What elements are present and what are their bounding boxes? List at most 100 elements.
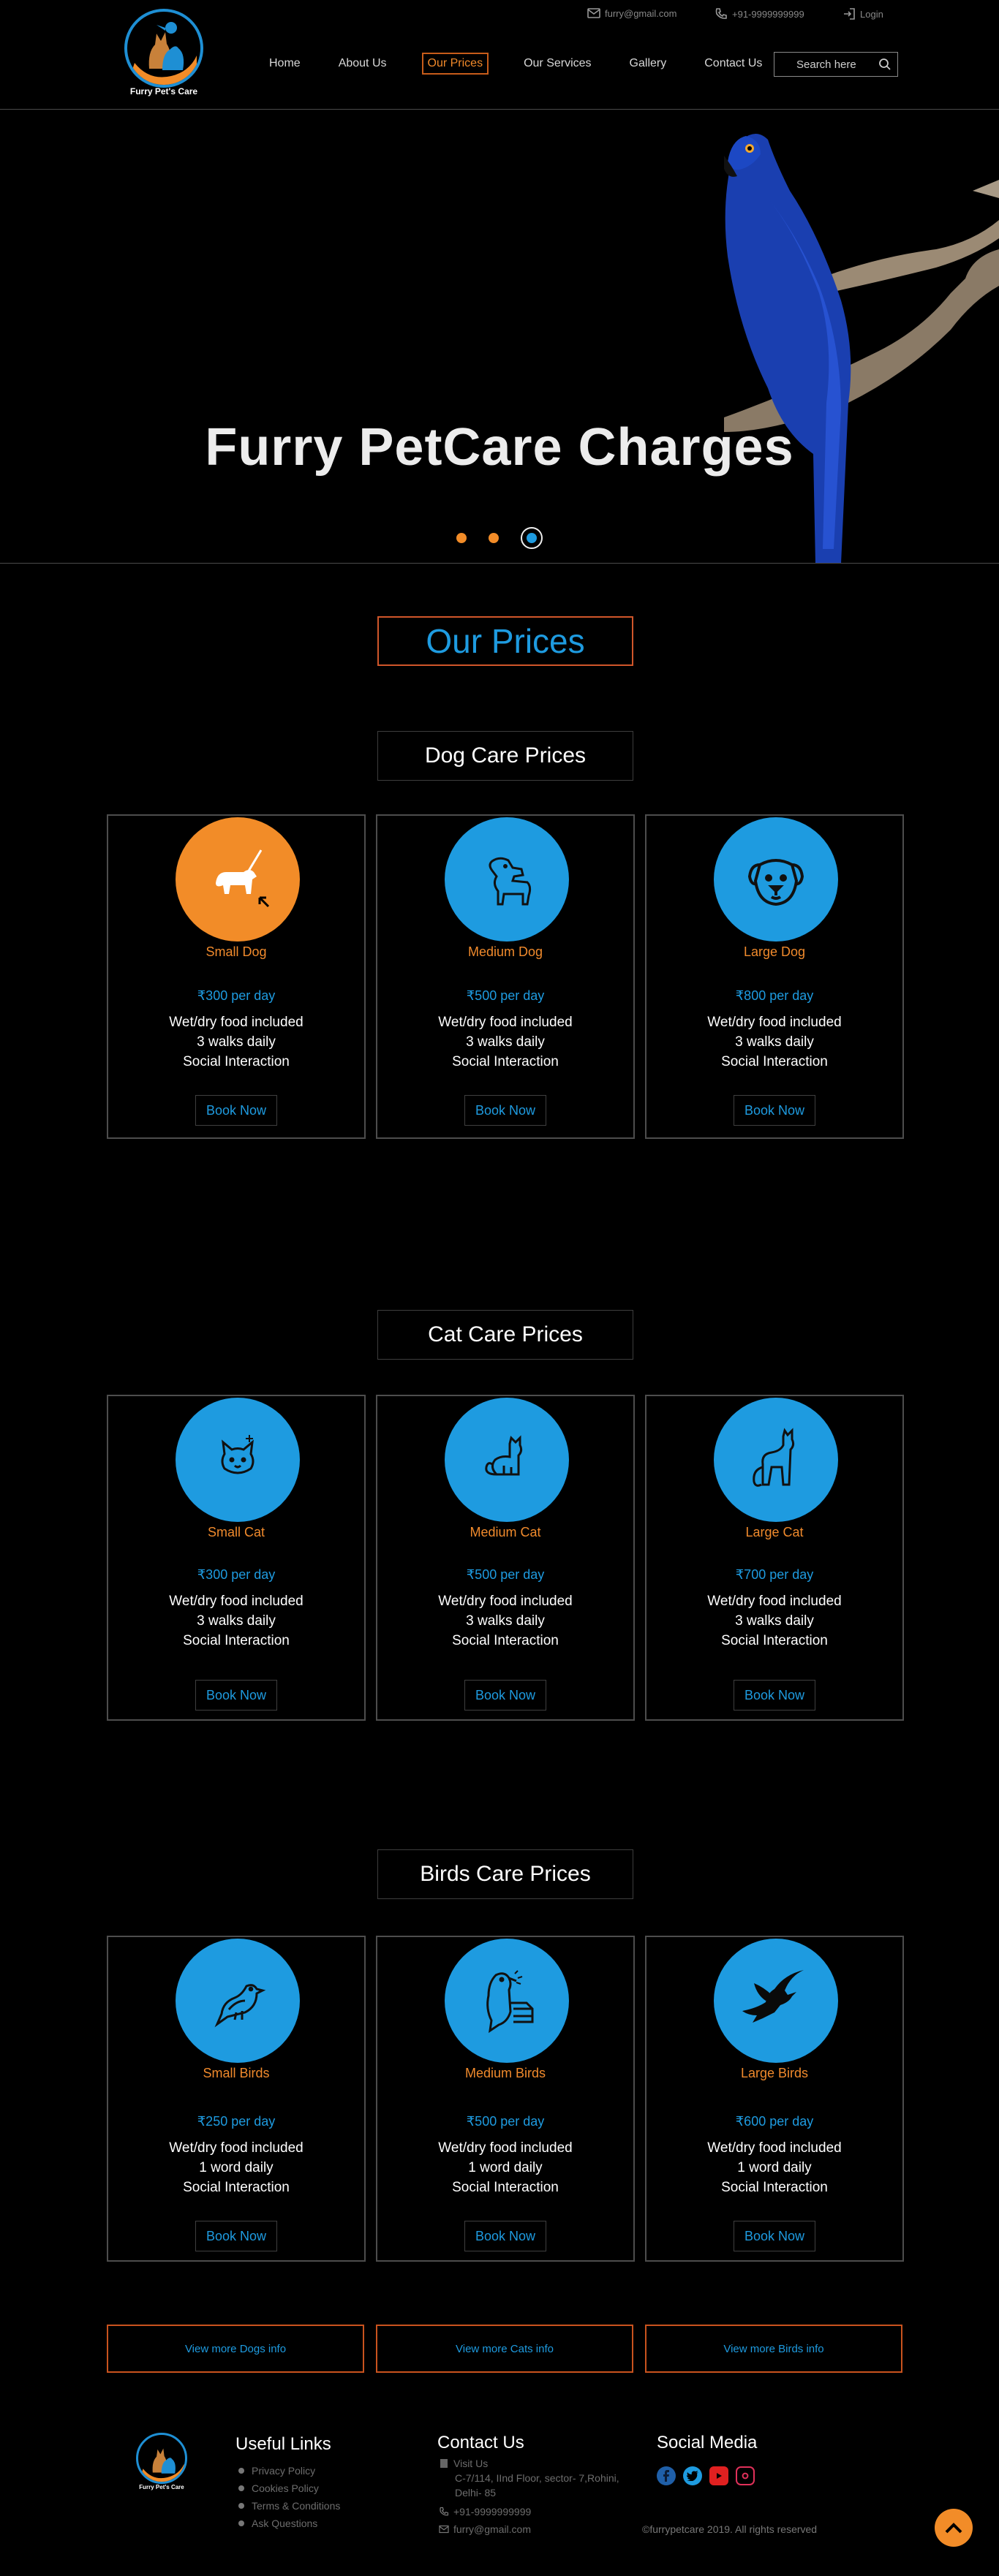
footer-address-line: C-7/114, IInd Floor, sector- 7,Rohini,: [455, 2472, 619, 2484]
card-feature: Wet/dry food included: [438, 1594, 573, 1609]
book-now-button[interactable]: Book Now: [734, 2221, 815, 2251]
footer-contact-title: Contact Us: [437, 2433, 524, 2452]
large-dog-icon: [714, 817, 838, 942]
search-input[interactable]: [796, 58, 890, 71]
book-now-button[interactable]: Book Now: [734, 1095, 815, 1126]
card-name: Small Dog: [206, 944, 267, 959]
footer-phone[interactable]: +91-9999999999: [439, 2506, 531, 2518]
card-feature: Social Interaction: [452, 2180, 559, 2195]
bullet-icon: [238, 2503, 244, 2509]
book-now-button[interactable]: Book Now: [195, 2221, 277, 2251]
view-more-birds-button[interactable]: View more Birds info: [645, 2325, 902, 2373]
scroll-to-top-button[interactable]: [935, 2509, 973, 2547]
book-now-button[interactable]: Book Now: [734, 1680, 815, 1711]
card-feature: Wet/dry food included: [169, 2140, 304, 2156]
phone-icon: [715, 8, 727, 19]
slider-dot-1[interactable]: [456, 533, 467, 543]
view-more-cats-button[interactable]: View more Cats info: [376, 2325, 633, 2373]
footer-email-text: furry@gmail.com: [453, 2523, 532, 2535]
price-card-large-birds: Large Birds ₹600 per day Wet/dry food in…: [645, 1936, 904, 2262]
hero-slider: Furry PetCare Charges: [0, 110, 999, 564]
small-cat-icon: [176, 1398, 300, 1522]
card-price: ₹500 per day: [466, 988, 545, 1003]
card-feature: 3 walks daily: [735, 1034, 814, 1050]
nav-about-us[interactable]: About Us: [336, 53, 390, 75]
site-logo[interactable]: Furry Pet's Care: [121, 9, 206, 99]
instagram-icon[interactable]: [736, 2466, 755, 2485]
card-feature: Social Interaction: [183, 2180, 290, 2195]
price-card-small-dog: Small Dog ₹300 per day Wet/dry food incl…: [107, 814, 366, 1139]
card-name: Large Birds: [740, 2066, 809, 2080]
medium-bird-icon: [445, 1939, 569, 2063]
card-feature: Social Interaction: [183, 1633, 290, 1648]
card-feature: Wet/dry food included: [169, 1015, 304, 1030]
book-now-button[interactable]: Book Now: [464, 1680, 546, 1711]
chevron-up-icon: [945, 2523, 962, 2534]
footer-link-cookies[interactable]: Cookies Policy: [238, 2482, 319, 2494]
nav-home[interactable]: Home: [266, 53, 304, 75]
card-name: Large Cat: [745, 1525, 804, 1539]
footer-visit: Visit Us: [439, 2458, 488, 2469]
card-price: ₹600 per day: [735, 2114, 814, 2129]
bullet-icon: [238, 2468, 244, 2474]
footer-visit-label: Visit Us: [453, 2458, 489, 2469]
book-now-button[interactable]: Book Now: [464, 1095, 546, 1126]
card-feature: Wet/dry food included: [707, 1015, 842, 1030]
card-price: ₹700 per day: [735, 1567, 814, 1582]
card-price: ₹800 per day: [735, 988, 814, 1003]
slider-dot-2[interactable]: [489, 533, 499, 543]
footer-link-label: Ask Questions: [252, 2518, 318, 2529]
card-feature: Social Interaction: [721, 1054, 828, 1069]
copyright-text: ©furrypetcare 2019. All rights reserved: [642, 2523, 818, 2535]
footer-link-ask[interactable]: Ask Questions: [238, 2518, 317, 2529]
nav-our-prices[interactable]: Our Prices: [421, 53, 489, 75]
footer-email[interactable]: furry@gmail.com: [439, 2523, 531, 2535]
price-card-medium-cat: Medium Cat ₹500 per day Wet/dry food inc…: [376, 1395, 635, 1721]
card-feature: 3 walks daily: [735, 1613, 814, 1629]
medium-dog-icon: [445, 817, 569, 942]
envelope-icon: [439, 2525, 449, 2534]
nav-gallery[interactable]: Gallery: [627, 53, 670, 75]
card-feature: Wet/dry food included: [438, 2140, 573, 2156]
card-name: Medium Birds: [464, 2066, 546, 2080]
facebook-icon[interactable]: [657, 2466, 676, 2485]
price-card-small-birds: Small Birds ₹250 per day Wet/dry food in…: [107, 1936, 366, 2262]
our-prices-heading: Our Prices: [377, 616, 633, 666]
price-card-small-cat: Small Cat ₹300 per day Wet/dry food incl…: [107, 1395, 366, 1721]
youtube-icon[interactable]: [709, 2466, 728, 2485]
header-email[interactable]: furry@gmail.com: [587, 7, 676, 19]
slider-dot-3[interactable]: [521, 527, 543, 549]
footer-link-privacy[interactable]: Privacy Policy: [238, 2465, 315, 2477]
book-now-button[interactable]: Book Now: [195, 1095, 277, 1126]
logo-text: Furry Pet's Care: [129, 86, 198, 96]
price-card-large-dog: Large Dog ₹800 per day Wet/dry food incl…: [645, 814, 904, 1139]
footer-link-terms[interactable]: Terms & Conditions: [238, 2500, 340, 2512]
envelope-icon: [587, 8, 600, 18]
search-box: [774, 52, 898, 77]
card-feature: Wet/dry food included: [707, 2140, 842, 2156]
header-email-text: furry@gmail.com: [605, 7, 677, 19]
bullet-icon: [238, 2485, 244, 2491]
cat-section-title: Cat Care Prices: [377, 1310, 633, 1360]
view-more-dogs-button[interactable]: View more Dogs info: [107, 2325, 364, 2373]
useful-links-title: Useful Links: [235, 2434, 331, 2454]
social-media-title: Social Media: [657, 2433, 758, 2452]
header-phone-text: +91-9999999999: [732, 8, 804, 20]
header-phone[interactable]: +91-9999999999: [715, 7, 804, 20]
footer-address-line: Delhi- 85: [455, 2487, 497, 2499]
card-price: ₹500 per day: [466, 1567, 545, 1582]
nav-our-services[interactable]: Our Services: [521, 53, 594, 75]
search-icon[interactable]: [878, 58, 891, 75]
book-now-button[interactable]: Book Now: [195, 1680, 277, 1711]
card-name: Medium Dog: [467, 944, 543, 959]
book-now-button[interactable]: Book Now: [464, 2221, 546, 2251]
twitter-icon[interactable]: [683, 2466, 702, 2485]
card-name: Small Cat: [207, 1525, 265, 1539]
card-name: Medium Cat: [470, 1525, 541, 1539]
phone-icon: [440, 2507, 449, 2516]
card-feature: 3 walks daily: [197, 1034, 276, 1050]
login-link[interactable]: Login: [842, 7, 883, 20]
nav-contact-us[interactable]: Contact Us: [701, 53, 765, 75]
card-feature: 1 word daily: [468, 2160, 543, 2175]
footer-logo[interactable]: Furry Pet's Care: [132, 2433, 190, 2499]
